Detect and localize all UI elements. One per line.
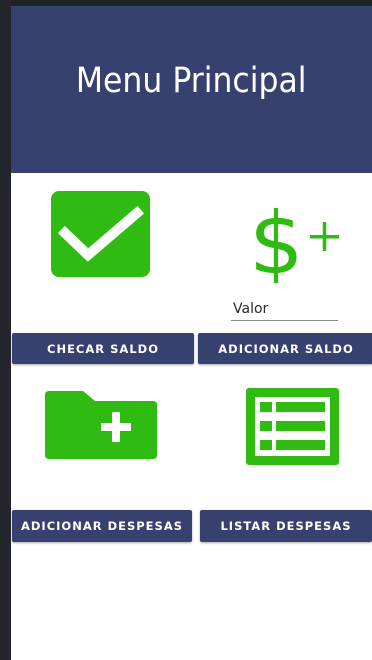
app-header: Menu Principal (11, 6, 372, 173)
app-screen: Menu Principal $ CHECAR SALDO ADICIONAR … (11, 6, 372, 660)
listar-despesas-button[interactable]: LISTAR DESPESAS (200, 510, 372, 542)
page-title: Menu Principal (76, 60, 307, 101)
dollar-plus-icon[interactable]: $ (247, 193, 347, 294)
checar-saldo-button[interactable]: CHECAR SALDO (12, 333, 194, 364)
window-left-border (0, 0, 11, 660)
checkmark-icon[interactable] (51, 191, 150, 278)
valor-input[interactable] (231, 298, 338, 321)
adicionar-saldo-button[interactable]: ADICIONAR SALDO (198, 333, 372, 364)
adicionar-despesas-button[interactable]: ADICIONAR DESPESAS (12, 510, 192, 542)
list-icon[interactable] (246, 388, 339, 465)
svg-text:$: $ (249, 194, 304, 283)
folder-add-icon[interactable] (43, 389, 158, 461)
